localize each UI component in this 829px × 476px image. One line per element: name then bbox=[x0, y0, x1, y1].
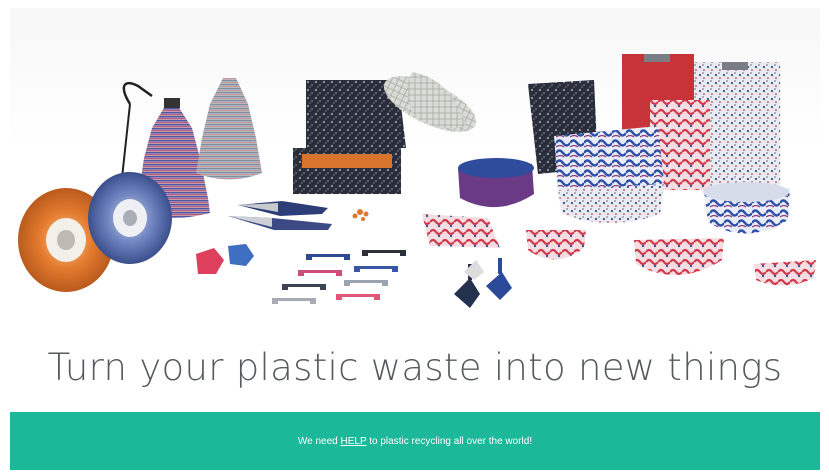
banner-text-after: to plastic recycling all over the world! bbox=[366, 435, 533, 447]
help-link[interactable]: HELP bbox=[341, 436, 367, 447]
banner-message: We need HELP to plastic recycling all ov… bbox=[298, 436, 532, 447]
banner-text-before: We need bbox=[297, 435, 341, 447]
page: Turn your plastic waste into new things … bbox=[0, 0, 829, 476]
hero-headline: Turn your plastic waste into new things bbox=[47, 346, 783, 389]
help-banner: We need HELP to plastic recycling all ov… bbox=[10, 412, 820, 470]
hero-section: Turn your plastic waste into new things bbox=[10, 8, 820, 406]
